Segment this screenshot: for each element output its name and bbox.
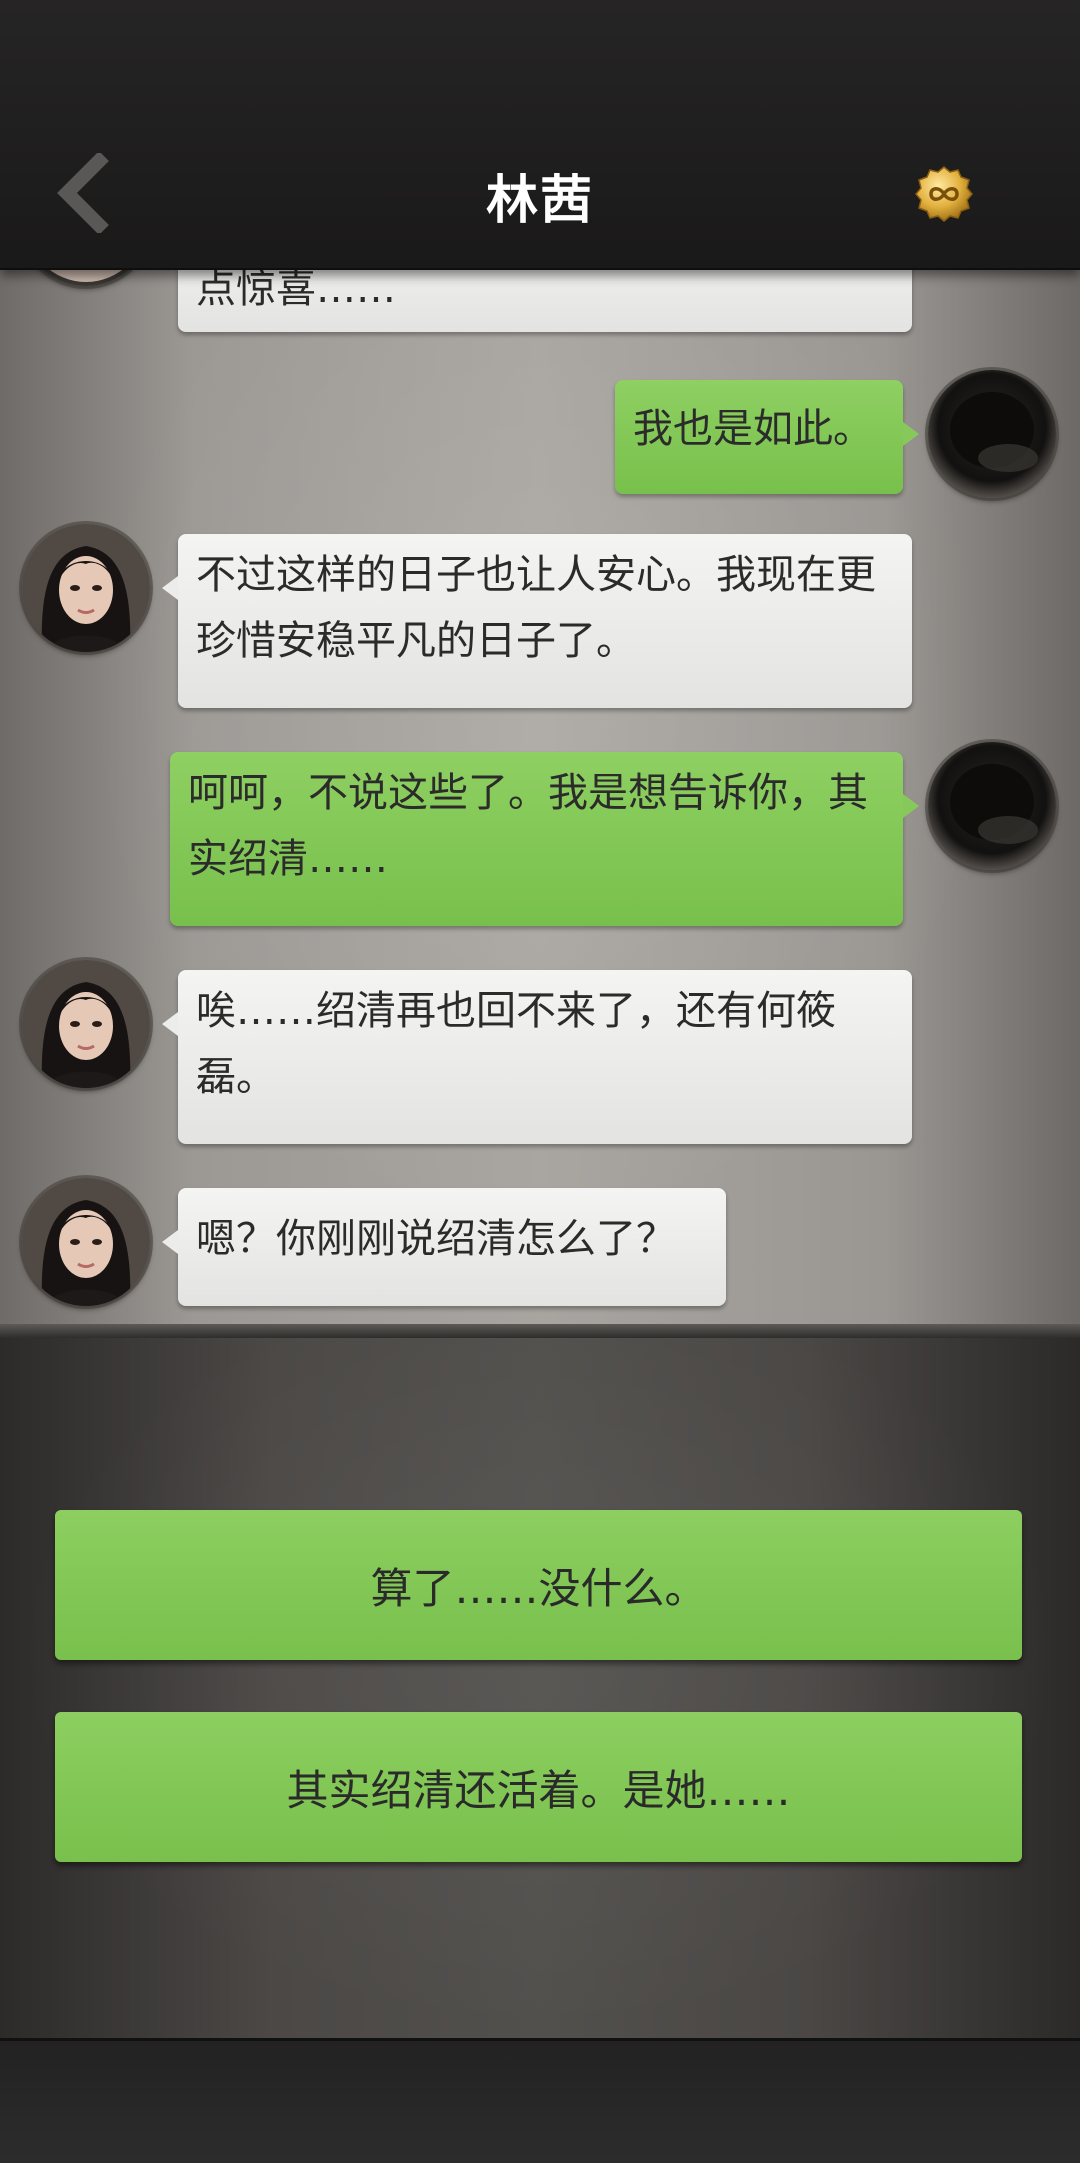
message-text: 嗯？你刚刚说绍清怎么了？ [196,1216,676,1262]
reply-option-1[interactable]: 算了……没什么。 [55,1510,1022,1660]
message-text: 唉……绍清再也回不来了，还有何筱磊。 [196,988,836,1100]
npc-message: 点惊喜…… [178,268,912,332]
npc-avatar [22,268,150,286]
message-text: 点惊喜…… [196,268,396,312]
npc-avatar [22,960,150,1088]
npc-message: 不过这样的日子也让人安心。我现在更珍惜安稳平凡的日子了。 [162,534,912,708]
npc-avatar [22,524,150,652]
message-text: 呵呵，不说这些了。我是想告诉你，其实绍清…… [188,770,868,882]
hint-coin-button[interactable] [915,165,973,223]
infinity-coin-icon [915,166,973,222]
npc-message: 唉……绍清再也回不来了，还有何筱磊。 [162,970,912,1144]
player-avatar [928,370,1056,498]
npc-message: 嗯？你刚刚说绍清怎么了？ [162,1188,726,1306]
top-bar: 林茜 [0,0,1080,270]
reply-option-label: 其实绍清还活着。是她…… [286,1765,791,1815]
message-text: 我也是如此。 [633,406,873,452]
reply-options-panel: 算了……没什么。 其实绍清还活着。是她…… [0,1338,1080,2038]
reply-option-label: 算了……没什么。 [370,1563,707,1613]
chat-history[interactable]: 点惊喜…… 我也是如此。 不过这样的日子也让人安心。我现在更珍惜安稳平凡的日子了… [0,268,1080,1338]
bottom-bar [0,2038,1080,2163]
message-text: 不过这样的日子也让人安心。我现在更珍惜安稳平凡的日子了。 [196,552,876,664]
npc-avatar [22,1178,150,1306]
player-message: 我也是如此。 [615,380,919,494]
player-avatar [928,742,1056,870]
player-message: 呵呵，不说这些了。我是想告诉你，其实绍清…… [170,752,919,926]
reply-option-2[interactable]: 其实绍清还活着。是她…… [55,1712,1022,1862]
